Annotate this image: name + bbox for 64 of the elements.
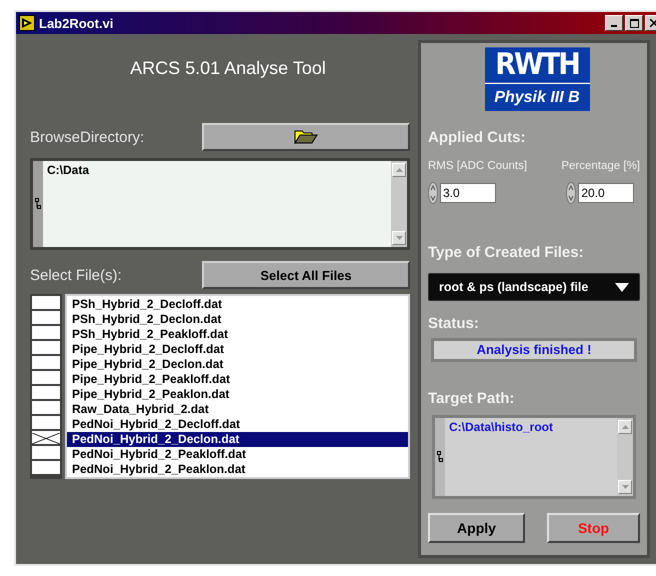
file-type-label: Type of Created Files:	[428, 244, 585, 261]
close-icon	[650, 19, 656, 27]
scrollbar[interactable]	[391, 161, 407, 247]
status-indicator: Analysis finished !	[431, 338, 637, 362]
status-label: Status:	[428, 315, 480, 332]
tree-icon	[437, 451, 443, 463]
directory-field[interactable]: C:\Data	[30, 158, 410, 250]
file-item[interactable]: PSh_Hybrid_2_Declon.dat	[67, 312, 408, 327]
scroll-down-icon[interactable]	[622, 485, 628, 489]
checkbox[interactable]	[32, 356, 60, 369]
checkbox[interactable]	[32, 431, 60, 444]
file-item[interactable]: PSh_Hybrid_2_Peakloff.dat	[67, 327, 408, 342]
checkbox[interactable]	[32, 341, 60, 354]
checkbox[interactable]	[32, 446, 60, 459]
cuts-label: Applied Cuts:	[428, 129, 526, 146]
spinner-icon[interactable]	[428, 182, 438, 204]
maximize-icon	[630, 18, 638, 28]
target-path-field[interactable]: C:\Data\histo_root	[432, 415, 636, 499]
logo-title: RWTH	[484, 47, 590, 83]
file-item[interactable]: Pipe_Hybrid_2_Peaklon.dat	[67, 387, 408, 402]
file-item[interactable]: Raw_Data_Hybrid_2.dat	[67, 402, 408, 417]
numeric-field[interactable]: 20.0	[578, 183, 634, 203]
target-path: C:\Data\histo_root	[448, 419, 554, 436]
tree-icon	[35, 198, 41, 210]
scroll-up-icon[interactable]	[622, 425, 628, 429]
file-item[interactable]: Pipe_Hybrid_2_Decloff.dat	[67, 342, 408, 357]
checkbox[interactable]	[32, 386, 60, 399]
file-item[interactable]: PedNoi_Hybrid_2_Peaklon.dat	[67, 462, 408, 477]
scrollbar[interactable]	[617, 418, 633, 496]
minimize-button[interactable]	[605, 15, 623, 31]
maximize-button[interactable]	[625, 15, 643, 31]
file-item[interactable]: Pipe_Hybrid_2_Peakloff.dat	[67, 372, 408, 387]
scroll-up-icon[interactable]	[396, 168, 402, 172]
file-item[interactable]: PedNoi_Hybrid_2_Decloff.dat	[67, 417, 408, 432]
checkbox[interactable]	[32, 311, 60, 324]
file-item[interactable]: PedNoi_Hybrid_2_Peakloff.dat	[67, 447, 408, 462]
logo-subtitle: Physik III B	[484, 83, 590, 111]
dropdown-arrow-icon	[615, 282, 629, 292]
spinner-icon[interactable]	[566, 182, 576, 204]
cut-label: Percentage [%]	[561, 160, 640, 172]
checkbox[interactable]	[32, 461, 60, 474]
file-item[interactable]: PSh_Hybrid_2_Decloff.dat	[67, 297, 408, 312]
file-type-dropdown[interactable]: root & ps (landscape) file	[428, 273, 640, 301]
target-path-label: Target Path:	[428, 390, 516, 407]
checkbox[interactable]	[32, 416, 60, 429]
window-title: Lab2Root.vi	[39, 16, 114, 30]
checkbox[interactable]	[32, 401, 60, 414]
browse-button[interactable]	[202, 123, 410, 151]
scroll-down-icon[interactable]	[396, 236, 402, 240]
select-all-button[interactable]: Select All Files	[202, 261, 410, 289]
apply-button[interactable]: Apply	[428, 513, 525, 543]
folder-icon	[294, 130, 318, 144]
file-item[interactable]: PedNoi_Hybrid_2_Declon.dat	[67, 432, 408, 447]
checkbox[interactable]	[32, 296, 60, 309]
checkbox[interactable]	[32, 326, 60, 339]
checkbox[interactable]	[32, 371, 60, 384]
select-files-label: Select File(s):	[30, 266, 122, 284]
run-arrow-icon	[19, 15, 35, 31]
file-item[interactable]: Pipe_Hybrid_2_Declon.dat	[67, 357, 408, 372]
browse-label: BrowseDirectory:	[30, 128, 144, 146]
numeric-field[interactable]: 3.0	[440, 183, 496, 203]
directory-path: C:\Data	[46, 162, 90, 179]
cut-label: RMS [ADC Counts]	[428, 160, 528, 172]
app-heading: ARCS 5.01 Analyse Tool	[129, 58, 327, 79]
